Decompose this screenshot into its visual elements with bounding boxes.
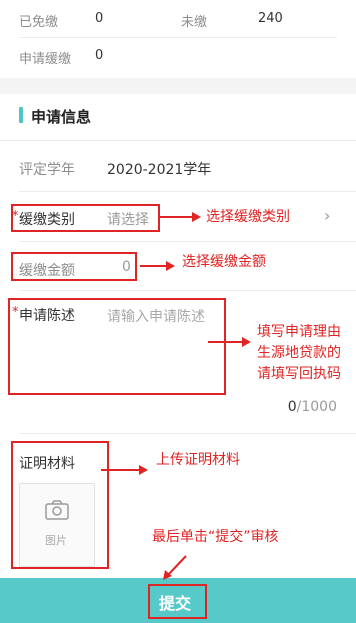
reason-divider: [19, 433, 356, 434]
materials-arrow-line: [101, 469, 141, 471]
submit-arrow: [163, 555, 187, 580]
section-accent-bar: [19, 107, 23, 123]
submit-highlight-box: [148, 584, 207, 619]
annotation-reason-line1: 填写申请理由: [257, 324, 341, 340]
year-label: 评定学年: [19, 162, 75, 178]
materials-highlight-box: [11, 441, 109, 569]
type-divider: [19, 241, 356, 242]
unpaid-label: 未缴: [181, 15, 208, 30]
deferred-value: 0: [95, 48, 104, 63]
section-spacer: [0, 78, 356, 94]
annotation-submit: 最后单击“提交”审核: [152, 529, 279, 545]
amount-divider: [19, 290, 356, 291]
annotation-reason-line3: 请填写回执码: [257, 366, 341, 382]
annotation-select-type: 选择缓缴类别: [206, 209, 290, 225]
exempted-label: 已免缴: [19, 15, 59, 30]
summary-divider: [19, 37, 337, 38]
type-highlight-box: [11, 204, 160, 232]
amount-highlight-box: [11, 252, 137, 281]
char-count-current: 0: [287, 399, 297, 415]
reason-arrow-line: [208, 341, 244, 343]
reason-arrow-head: [242, 337, 251, 347]
materials-arrow-head: [139, 465, 148, 475]
year-value: 2020-2021学年: [107, 162, 212, 178]
amount-arrow-head: [166, 261, 175, 271]
type-arrow-head: [192, 212, 201, 222]
section-title: 申请信息: [31, 108, 92, 126]
annotation-reason-line2: 生源地贷款的: [257, 345, 341, 361]
unpaid-value: 240: [258, 11, 283, 26]
char-counter: 0/1000: [288, 399, 337, 415]
exempted-value: 0: [95, 11, 104, 26]
annotation-upload: 上传证明材料: [156, 452, 240, 468]
reason-highlight-box: [8, 298, 226, 395]
deferred-label: 申请缓缴: [19, 52, 72, 67]
char-count-max: /1000: [296, 399, 337, 415]
section-title-divider: [0, 140, 356, 141]
annotation-select-amount: 选择缓缴金额: [182, 254, 266, 270]
type-arrow-line: [160, 216, 194, 218]
amount-arrow-line: [140, 265, 168, 267]
chevron-right-icon: ›: [324, 206, 331, 225]
